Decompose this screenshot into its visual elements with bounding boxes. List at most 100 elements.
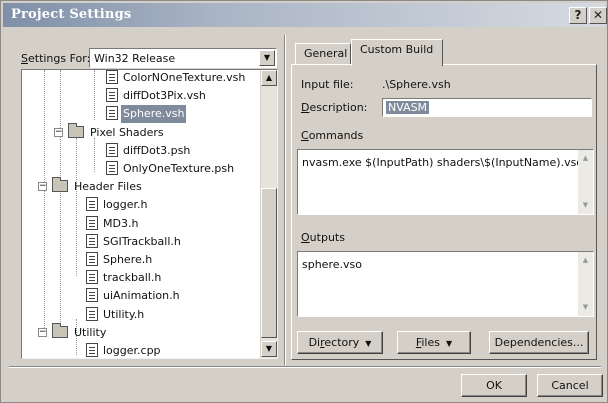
scroll-up-button[interactable]: ▲ (261, 70, 277, 86)
chevron-down-icon: ▼ (265, 344, 273, 353)
tree-item-label: logger.cpp (103, 344, 161, 357)
folder-icon (52, 322, 68, 338)
tree-item-label: Utility.h (103, 307, 145, 321)
tree-folder-item[interactable]: − Pixel Shaders (54, 122, 166, 142)
input-file-value: .\Sphere.vsh (382, 78, 451, 91)
folder-icon (68, 122, 84, 138)
help-icon: ? (574, 8, 582, 22)
footer-divider (9, 366, 601, 368)
commands-textarea[interactable]: nvasm.exe $(InputPath) shaders\$(InputNa… (297, 149, 594, 215)
tree-item-label: logger.h (103, 198, 148, 212)
settings-for-label: Settings For: (21, 52, 91, 65)
cancel-button[interactable]: Cancel (537, 374, 603, 397)
tree-file-item[interactable]: OnlyOneTexture.psh (106, 160, 236, 178)
dropdown-arrow-button[interactable]: ▼ (259, 50, 275, 66)
scroll-thumb[interactable] (261, 188, 277, 338)
collapse-toggle-icon[interactable]: − (54, 127, 63, 137)
tree-file-item[interactable]: ColorNOneTexture.vsh (106, 70, 247, 87)
file-icon (106, 88, 118, 103)
tree-guide-line (44, 70, 45, 332)
tree-folder-item[interactable]: − Header Files (38, 177, 144, 196)
scroll-down-button[interactable]: ▼ (261, 341, 277, 357)
tab-general[interactable]: General (295, 43, 351, 65)
close-button[interactable]: ✕ (589, 7, 607, 24)
outputs-scrollbar[interactable]: ▲ ▼ (578, 252, 593, 316)
tree-item-label: Pixel Shaders (90, 125, 164, 139)
outputs-label: Outputs (301, 231, 345, 244)
tree-folder-item[interactable]: − Utility (38, 322, 108, 342)
input-file-label: Input file: (301, 78, 354, 91)
tree-item-label: SGITrackball.h (103, 234, 181, 248)
file-icon (86, 197, 98, 212)
tree-file-item[interactable]: Sphere.vsh (106, 105, 187, 124)
tree-item-label: diffDot3Pix.vsh (123, 89, 206, 103)
tree-item-label: trackball.h (103, 271, 162, 285)
tree-file-item[interactable]: logger.cpp (86, 342, 163, 358)
tree-guide-line (60, 70, 61, 332)
tree-item-label: diffDot3.psh (123, 143, 191, 157)
folder-icon (52, 177, 68, 193)
directory-button[interactable]: Directory ▼ (297, 331, 383, 354)
tree-file-item[interactable]: trackball.h (86, 269, 163, 287)
tree-file-item[interactable]: Sphere.h (86, 251, 154, 269)
description-value: NVASM (386, 101, 430, 114)
project-settings-dialog: Project Settings ? ✕ Settings For: Win32… (0, 0, 608, 403)
file-icon (86, 215, 98, 230)
window-title: Project Settings (11, 7, 132, 22)
tree-file-item[interactable]: diffDot3.psh (106, 142, 192, 160)
tree-scrollbar[interactable]: ▲ ▼ (260, 70, 277, 358)
chevron-down-icon: ▼ (263, 53, 271, 62)
tree-file-item[interactable]: uiAnimation.h (86, 287, 182, 305)
file-icon (106, 161, 118, 175)
file-icon (106, 70, 118, 84)
tree-item-label: Header Files (74, 180, 142, 194)
file-icon (86, 288, 98, 303)
tree-item-label: OnlyOneTexture.psh (123, 162, 235, 175)
tree-guide-line (94, 138, 95, 172)
chevron-up-icon: ▲ (265, 73, 273, 82)
description-input[interactable]: NVASM (382, 98, 592, 117)
tree-file-item[interactable]: logger.h (86, 196, 150, 214)
close-icon: ✕ (592, 8, 604, 22)
tree-item-label: ColorNOneTexture.vsh (123, 71, 246, 84)
file-icon (86, 233, 98, 248)
file-icon (86, 306, 98, 321)
description-label: Description: (301, 101, 368, 114)
chevron-down-icon[interactable]: ▼ (579, 301, 592, 314)
title-bar: Project Settings ? ✕ (3, 3, 607, 27)
tree-file-item[interactable]: SGITrackball.h (86, 233, 183, 251)
file-icon (86, 252, 98, 266)
pane-divider (284, 35, 286, 365)
tree-guide-line (94, 70, 95, 120)
tree-item-label: Utility (74, 325, 107, 339)
settings-for-dropdown[interactable]: Win32 Release ▼ (89, 48, 277, 68)
chevron-up-icon[interactable]: ▲ (579, 254, 592, 267)
chevron-up-icon[interactable]: ▲ (579, 152, 592, 165)
chevron-down-icon[interactable]: ▼ (579, 199, 592, 212)
commands-value: nvasm.exe $(InputPath) shaders\$(InputNa… (302, 156, 584, 169)
tree-file-item[interactable]: Utility.h (86, 306, 146, 324)
tree-file-item[interactable]: MD3.h (86, 215, 140, 233)
help-button[interactable]: ? (569, 7, 587, 24)
caret-down-icon: ▼ (365, 339, 372, 348)
tree-file-item[interactable]: diffDot3Pix.vsh (106, 87, 208, 105)
settings-for-value: Win32 Release (94, 52, 176, 65)
dependencies-button[interactable]: Dependencies... (489, 331, 589, 354)
tree-guide-line (76, 138, 77, 276)
project-file-tree[interactable]: ColorNOneTexture.vsh diffDot3Pix.vsh Spher… (21, 69, 278, 359)
ok-button[interactable]: OK (461, 374, 527, 397)
caret-down-icon: ▼ (446, 339, 453, 348)
tree-item-label: Sphere.vsh (121, 105, 187, 124)
collapse-toggle-icon[interactable]: − (38, 182, 47, 192)
commands-label: Commands (301, 129, 364, 142)
file-icon (86, 343, 98, 357)
file-icon (86, 270, 98, 285)
commands-scrollbar[interactable]: ▲ ▼ (578, 150, 593, 214)
files-button[interactable]: Files ▼ (397, 331, 471, 354)
outputs-textarea[interactable]: sphere.vso ▲ ▼ (297, 251, 594, 317)
tree-item-label: MD3.h (103, 216, 139, 230)
outputs-value: sphere.vso (302, 258, 362, 271)
tree-item-label: uiAnimation.h (103, 289, 180, 303)
tab-custom-build[interactable]: Custom Build (351, 39, 443, 66)
collapse-toggle-icon[interactable]: − (38, 327, 47, 337)
